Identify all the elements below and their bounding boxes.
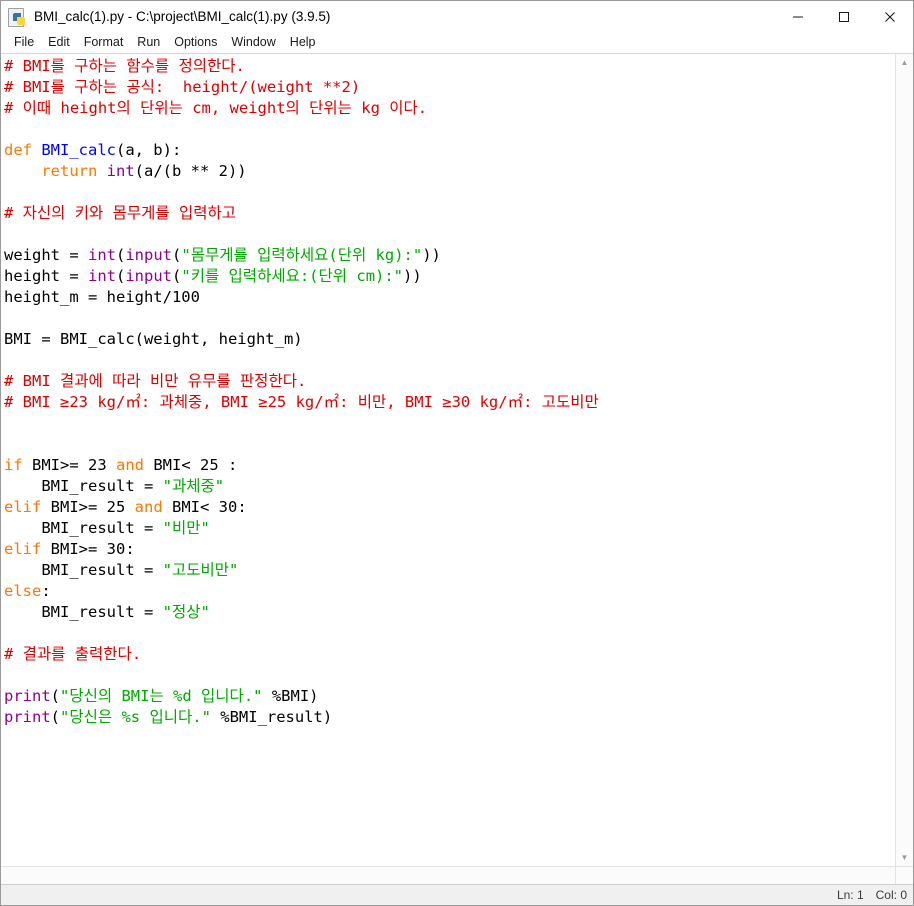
code-token: input [125, 246, 173, 264]
code-token: "몸무게를 입력하세요(단위 kg):" [181, 246, 423, 264]
code-token: )) [403, 267, 422, 285]
code-token: return [4, 162, 107, 180]
code-token: # 결과를 출력한다. [4, 645, 142, 663]
code-token: ( [50, 708, 61, 726]
code-token: int [106, 162, 135, 180]
code-token: ( [172, 267, 182, 285]
code-token: "키를 입력하세요:(단위 cm):" [181, 267, 404, 285]
code-token: input [125, 267, 173, 285]
code-token: "당신의 BMI는 %d 입니다." [60, 687, 263, 705]
code-token: ( [50, 687, 61, 705]
menu-item-edit[interactable]: Edit [41, 34, 77, 51]
menu-item-options[interactable]: Options [167, 34, 224, 51]
close-button[interactable] [867, 1, 913, 32]
code-token: "정상" [162, 603, 210, 621]
code-token: )) [422, 246, 441, 264]
menu-item-window[interactable]: Window [224, 34, 282, 51]
code-token: height_m = height/100 [4, 288, 200, 306]
code-text-area[interactable]: # BMI를 구하는 함수를 정의한다. # BMI를 구하는 공식: heig… [1, 54, 895, 866]
vertical-scrollbar[interactable]: ▲ ▼ [895, 54, 913, 866]
code-token: "당신은 %s 입니다." [60, 708, 211, 726]
horizontal-scrollbar[interactable] [1, 867, 895, 884]
code-token: int [88, 267, 116, 285]
code-token: def [4, 141, 42, 159]
code-token: BMI = BMI_calc(weight, height_m) [4, 330, 303, 348]
code-token: BMI>= 25 [50, 498, 135, 516]
code-token: (a, b): [115, 141, 182, 159]
menu-item-run[interactable]: Run [130, 34, 167, 51]
code-token: int [88, 246, 116, 264]
code-token: BMI>= 23 [32, 456, 116, 474]
scrollbar-corner [895, 867, 913, 884]
code-token: # BMI 결과에 따라 비만 유무를 판정한다. [4, 372, 307, 390]
code-token: BMI_calc [41, 141, 116, 159]
menu-bar: File Edit Format Run Options Window Help [1, 32, 913, 54]
status-bar: Ln: 1 Col: 0 [1, 884, 913, 905]
maximize-icon [839, 11, 849, 22]
code-token: # BMI를 구하는 함수를 정의한다. [4, 57, 245, 75]
code-token: BMI< 30: [172, 498, 247, 516]
horizontal-scrollbar-row [1, 866, 913, 884]
window-controls [775, 1, 913, 32]
code-token: ( [172, 246, 182, 264]
menu-item-format[interactable]: Format [77, 34, 131, 51]
code-token: print [4, 687, 51, 705]
code-token: elif [4, 540, 51, 558]
code-token: (a/(b ** 2)) [134, 162, 247, 180]
column-indicator: Col: 0 [875, 888, 907, 902]
code-token: BMI>= 30: [50, 540, 135, 558]
code-token: %BMI_result) [210, 708, 333, 726]
code-token: and [134, 498, 172, 516]
code-token: and [116, 456, 154, 474]
code-token: ( [116, 267, 126, 285]
title-bar: BMI_calc(1).py - C:\project\BMI_calc(1).… [1, 1, 913, 32]
python-file-icon [7, 7, 27, 27]
code-token: elif [4, 498, 51, 516]
code-token: height = [4, 267, 88, 285]
code-token: BMI_result = [4, 603, 163, 621]
code-token: BMI_result = [4, 477, 163, 495]
code-token: "고도비만" [162, 561, 239, 579]
code-token: # 자신의 키와 몸무게를 입력하고 [4, 204, 237, 222]
menu-item-file[interactable]: File [7, 34, 41, 51]
scroll-up-arrow[interactable]: ▲ [896, 54, 913, 71]
code-token: ( [116, 246, 126, 264]
maximize-button[interactable] [821, 1, 867, 32]
idle-editor-window: BMI_calc(1).py - C:\project\BMI_calc(1).… [0, 0, 914, 906]
menu-item-help[interactable]: Help [283, 34, 323, 51]
code-token: BMI< 25 : [153, 456, 238, 474]
code-token: : [41, 582, 51, 600]
minimize-button[interactable] [775, 1, 821, 32]
code-token: print [4, 708, 51, 726]
code-token: # BMI를 구하는 공식: height/(weight **2) [4, 78, 361, 96]
code-token: # BMI ≥23 kg/㎡: 과체중, BMI ≥25 kg/㎡: 비만, B… [4, 393, 599, 411]
close-icon [885, 11, 895, 22]
source-code[interactable]: # BMI를 구하는 함수를 정의한다. # BMI를 구하는 공식: heig… [4, 56, 895, 728]
line-indicator: Ln: 1 [836, 888, 864, 902]
code-token: # 이때 height의 단위는 cm, weight의 단위는 kg 이다. [4, 99, 428, 117]
code-token: "비만" [162, 519, 210, 537]
code-token: BMI_result = [4, 519, 163, 537]
scroll-down-arrow[interactable]: ▼ [896, 849, 913, 866]
code-token: if [4, 456, 32, 474]
code-token: "과체중" [162, 477, 225, 495]
minimize-icon [793, 16, 803, 17]
code-token: BMI_result = [4, 561, 163, 579]
code-token: else [4, 582, 42, 600]
window-title: BMI_calc(1).py - C:\project\BMI_calc(1).… [34, 9, 331, 24]
code-token: %BMI) [262, 687, 319, 705]
editor-area: # BMI를 구하는 함수를 정의한다. # BMI를 구하는 공식: heig… [1, 54, 913, 866]
code-token: weight = [4, 246, 88, 264]
